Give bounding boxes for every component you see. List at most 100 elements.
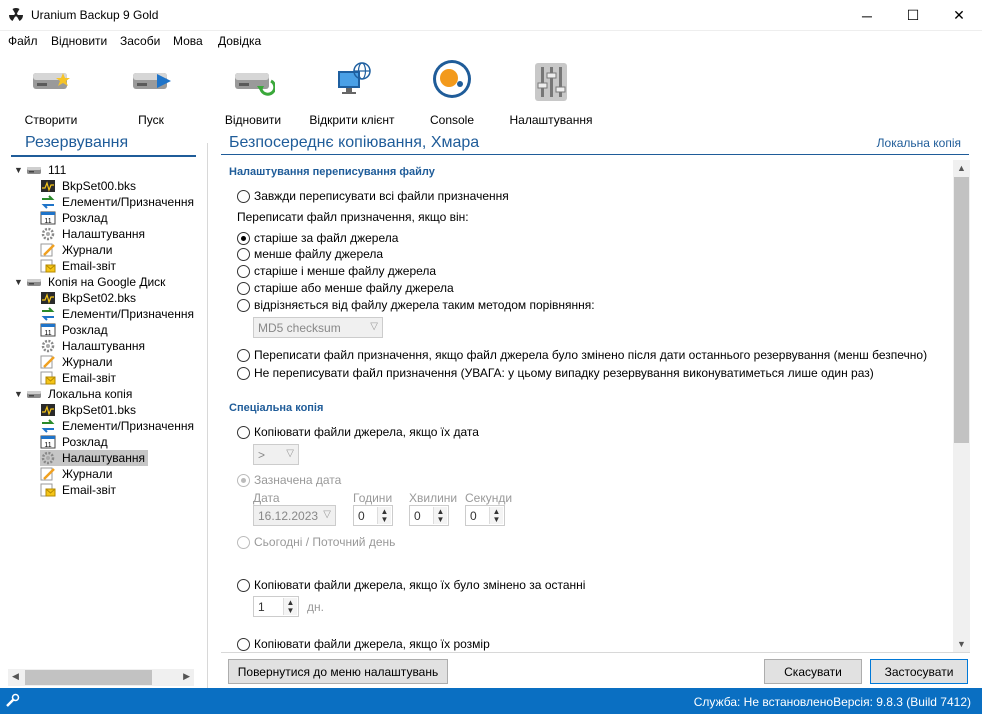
radio-icon[interactable] [237, 473, 250, 487]
content-vertical-scrollbar[interactable]: ▲ ▼ [953, 160, 970, 652]
minimize-button[interactable]: ─ [844, 0, 890, 31]
menu-restore[interactable]: Відновити [51, 34, 107, 48]
tree-item-label: Налаштування [62, 451, 145, 465]
radio-icon[interactable] [237, 578, 250, 592]
radio-icon[interactable] [237, 189, 250, 203]
tree-item[interactable]: Налаштування [40, 338, 145, 354]
older-and-smaller-option[interactable]: старіше і менше файлу джерела [237, 264, 436, 278]
calendar-icon: 11 [40, 211, 56, 225]
restore-button[interactable]: Відновити [222, 59, 284, 129]
smaller-option[interactable]: менше файлу джерела [237, 247, 383, 261]
version-status: Версія: 9.8.3 (Build 7412) [833, 695, 971, 709]
gear-icon [40, 339, 56, 353]
menu-help[interactable]: Довідка [218, 34, 261, 48]
tree-item[interactable]: Налаштування [40, 450, 148, 466]
scroll-left-icon[interactable]: ◀ [12, 671, 19, 682]
cancel-button[interactable]: Скасувати [764, 659, 862, 684]
expand-toggle-icon[interactable]: ▼ [14, 165, 23, 175]
start-button[interactable]: Пуск [122, 59, 180, 129]
changed-after-option[interactable]: Переписати файл призначення, якщо файл д… [237, 348, 927, 362]
close-button[interactable]: ✕ [936, 0, 982, 31]
tree-item[interactable]: Email-звіт [40, 482, 116, 498]
tree-item[interactable]: 11 Розклад [40, 210, 108, 226]
radio-icon[interactable] [237, 425, 250, 439]
tree-item[interactable]: 111 [26, 162, 66, 178]
tree-item-label: Розклад [62, 211, 108, 225]
scroll-down-icon[interactable]: ▼ [953, 639, 970, 649]
tree-item[interactable]: Елементи/Призначення [40, 194, 194, 210]
radio-icon[interactable] [237, 535, 250, 549]
tree-item[interactable]: Налаштування [40, 226, 145, 242]
copy-by-size-option[interactable]: Копіювати файли джерела, якщо їх розмір [237, 637, 490, 651]
pane-separator [207, 143, 208, 688]
backup-set-icon [40, 179, 56, 193]
drive-icon [26, 387, 42, 401]
tree-item[interactable]: Елементи/Призначення [40, 418, 194, 434]
menu-tools[interactable]: Засоби [120, 34, 160, 48]
date-operator-select[interactable]: > ▽ [253, 444, 299, 465]
radio-icon[interactable] [237, 348, 250, 362]
radio-icon[interactable] [237, 247, 250, 261]
tree-item[interactable]: BkpSet00.bks [40, 178, 136, 194]
seconds-spinner[interactable]: 0 ▲ ▼ [465, 505, 505, 526]
create-button[interactable]: Створити [22, 59, 80, 129]
expand-toggle-icon[interactable]: ▼ [14, 389, 23, 399]
radio-icon[interactable] [237, 298, 250, 312]
console-button[interactable]: Console [424, 59, 480, 129]
tree-horizontal-scrollbar[interactable]: ◀ ▶ [8, 669, 194, 686]
expand-toggle-icon[interactable]: ▼ [14, 277, 23, 287]
radio-icon[interactable] [237, 264, 250, 278]
menu-language[interactable]: Мова [173, 34, 203, 48]
tree-item[interactable]: BkpSet02.bks [40, 290, 136, 306]
specified-date-option[interactable]: Зазначена дата [237, 473, 341, 487]
tree-item[interactable]: Email-звіт [40, 258, 116, 274]
special-heading: Спеціальна копія [229, 402, 324, 414]
tree-item[interactable]: Журнали [40, 354, 113, 370]
settings-title: Безпосереднє копіювання, Хмара [229, 134, 480, 151]
title-bar: Uranium Backup 9 Gold ─ ☐ ✕ [0, 0, 982, 31]
scroll-right-icon[interactable]: ▶ [183, 671, 190, 682]
tree-item[interactable]: Email-звіт [40, 370, 116, 386]
radio-icon[interactable] [237, 231, 250, 245]
settings-button[interactable]: Налаштування [506, 59, 596, 129]
hours-spinner[interactable]: 0 ▲ ▼ [353, 505, 393, 526]
different-option[interactable]: відрізняється від файлу джерела таким ме… [237, 298, 595, 312]
email-report-icon [40, 483, 56, 497]
tree-item[interactable]: Журнали [40, 242, 113, 258]
title-underline [11, 155, 196, 157]
maximize-button[interactable]: ☐ [890, 0, 936, 31]
scroll-up-icon[interactable]: ▲ [953, 163, 970, 173]
scrollbar-thumb[interactable] [954, 177, 969, 443]
menu-file[interactable]: Файл [8, 34, 38, 48]
back-to-settings-button[interactable]: Повернутися до меню налаштувань [228, 659, 448, 684]
local-copy-link[interactable]: Локальна копія [877, 136, 961, 150]
tree-item[interactable]: Копія на Google Диск [26, 274, 165, 290]
minutes-spinner[interactable]: 0 ▲ ▼ [409, 505, 449, 526]
tree-item[interactable]: Елементи/Призначення [40, 306, 194, 322]
older-or-smaller-option[interactable]: старіше або менше файлу джерела [237, 281, 454, 295]
tree-item[interactable]: 11 Розклад [40, 434, 108, 450]
radio-icon[interactable] [237, 637, 250, 651]
open-client-button[interactable]: Відкрити клієнт [306, 59, 398, 129]
always-overwrite-option[interactable]: Завжди переписувати всі файли призначенн… [237, 189, 509, 203]
compare-method-select[interactable]: MD5 checksum ▽ [253, 317, 383, 338]
tree-item[interactable]: Локальна копія [26, 386, 132, 402]
tree-item[interactable]: BkpSet01.bks [40, 402, 136, 418]
never-overwrite-option[interactable]: Не переписувати файл призначення (УВАГА:… [237, 366, 874, 380]
button-separator [221, 652, 970, 653]
radio-icon[interactable] [237, 281, 250, 295]
tree-item[interactable]: 11 Розклад [40, 322, 108, 338]
tree-item[interactable]: Журнали [40, 466, 113, 482]
today-option[interactable]: Сьогодні / Поточний день [237, 535, 395, 549]
scrollbar-thumb[interactable] [25, 670, 152, 685]
changed-last-option[interactable]: Копіювати файли джерела, якщо їх було зм… [237, 578, 585, 592]
apply-button[interactable]: Застосувати [870, 659, 968, 684]
radio-icon[interactable] [237, 366, 250, 380]
tree-item-label: BkpSet00.bks [62, 179, 137, 193]
restore-icon [235, 73, 275, 96]
tree-item-label: Елементи/Призначення [62, 195, 194, 209]
copy-by-date-option[interactable]: Копіювати файли джерела, якщо їх дата [237, 425, 479, 439]
older-option[interactable]: старіше за файл джерела [237, 231, 398, 245]
days-spinner[interactable]: 1 ▲ ▼ [253, 596, 299, 617]
date-picker[interactable]: 16.12.2023 ▽ [253, 505, 336, 526]
